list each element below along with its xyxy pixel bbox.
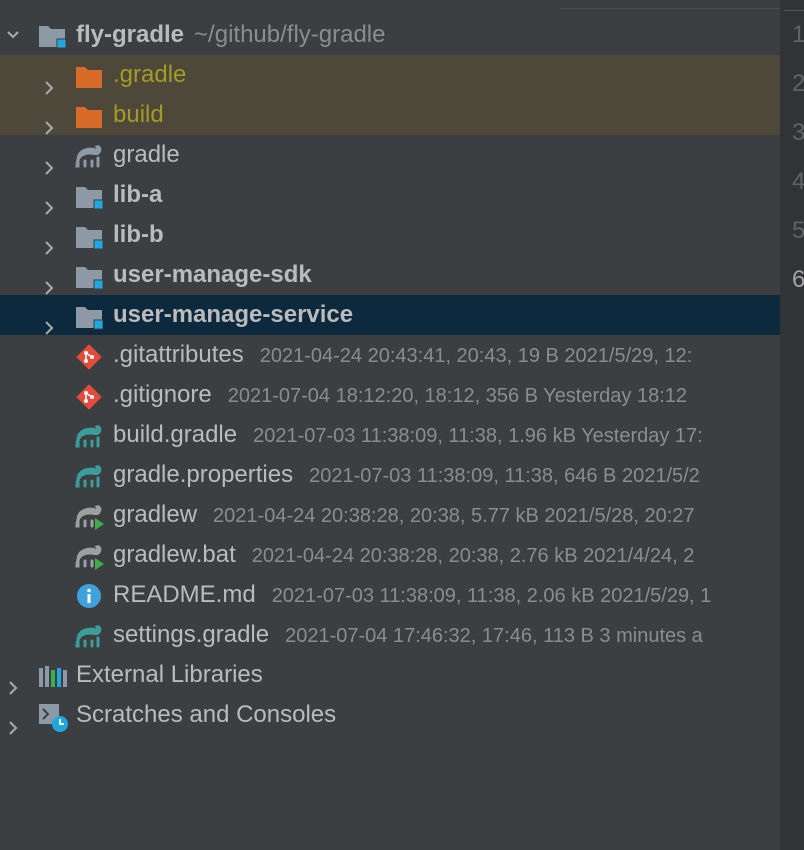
folder-label: lib-b: [113, 221, 164, 248]
folder-label: user-manage-sdk: [113, 261, 312, 288]
chevron-right-icon[interactable]: [42, 68, 56, 95]
gradlew-icon: [75, 543, 104, 570]
file-meta: 2021-04-24 20:38:28, 20:38, 2.76 kB 2021…: [251, 545, 695, 567]
tree-row-folder[interactable]: user-manage-sdk: [0, 255, 780, 295]
line-number: 6: [792, 266, 804, 293]
chevron-right-icon[interactable]: [42, 228, 56, 255]
tree-row-file[interactable]: .gitattributes 2021-04-24 20:43:41, 20:43…: [0, 335, 780, 375]
scratches-icon: [38, 703, 68, 732]
tree-row-folder[interactable]: gradle: [0, 135, 780, 175]
panel-top-divider: [560, 0, 780, 9]
tree-row-file[interactable]: README.md 2021-07-03 11:38:09, 11:38, 2.0…: [0, 575, 780, 615]
file-meta: 2021-07-04 18:12:20, 18:12, 356 B Yester…: [227, 385, 688, 407]
gradlew-icon: [75, 503, 104, 530]
module-folder-icon: [75, 183, 104, 210]
gutter-divider: [784, 0, 804, 11]
tree-row-file[interactable]: gradlew 2021-04-24 20:38:28, 20:38, 5.77 …: [0, 495, 780, 535]
file-meta: 2021-07-03 11:38:09, 11:38, 2.06 kB 2021…: [271, 585, 712, 607]
excluded-folder-icon: [75, 63, 103, 89]
chevron-down-icon[interactable]: [6, 28, 20, 42]
project-name: fly-gradle: [76, 21, 185, 48]
file-meta: 2021-04-24 20:38:28, 20:38, 5.77 kB 2021…: [213, 505, 695, 527]
file-label: README.md: [113, 581, 256, 608]
folder-label: build: [113, 101, 164, 128]
gradle-icon: [75, 623, 103, 649]
chevron-right-icon[interactable]: [42, 308, 56, 335]
info-icon: [75, 583, 103, 609]
tree-row-folder[interactable]: build: [0, 95, 780, 135]
root-label: Scratches and Consoles: [76, 701, 337, 728]
libraries-icon: [38, 663, 67, 689]
file-meta: 2021-07-04 17:46:32, 17:46, 113 B 3 minu…: [285, 625, 703, 647]
tree-row-folder[interactable]: lib-a: [0, 175, 780, 215]
git-icon: [75, 383, 103, 410]
git-icon: [75, 343, 103, 370]
file-entry: gradlew.bat 2021-04-24 20:38:28, 20:38, 2…: [113, 535, 694, 576]
file-label: build.gradle: [113, 421, 238, 448]
tree-row-file[interactable]: .gitignore 2021-07-04 18:12:20, 18:12, 35…: [0, 375, 780, 415]
tree-row-root[interactable]: External Libraries: [0, 655, 780, 695]
tree-row-project-root[interactable]: fly-gradle ~/github/fly-gradle: [0, 15, 780, 55]
file-label: .gitignore: [113, 381, 212, 408]
folder-label: gradle: [113, 141, 180, 168]
tree-row-file[interactable]: gradlew.bat 2021-04-24 20:38:28, 20:38, 2…: [0, 535, 780, 575]
file-label: gradlew: [113, 501, 198, 528]
file-label: gradle.properties: [113, 461, 294, 488]
chevron-right-icon[interactable]: [6, 708, 20, 735]
file-meta: 2021-04-24 20:43:41, 20:43, 19 B 2021/5/…: [259, 345, 693, 367]
gradle-icon: [75, 463, 103, 489]
file-entry: .gitignore 2021-07-04 18:12:20, 18:12, 35…: [113, 375, 687, 416]
file-entry: gradlew 2021-04-24 20:38:28, 20:38, 5.77 …: [113, 495, 695, 536]
tree-row-file[interactable]: build.gradle 2021-07-03 11:38:09, 11:38, …: [0, 415, 780, 455]
chevron-right-icon[interactable]: [42, 188, 56, 215]
folder-label: .gradle: [113, 61, 187, 88]
gradle-folder-icon: [75, 143, 103, 169]
file-label: .gitattributes: [113, 341, 244, 368]
line-number: 1: [792, 21, 804, 48]
file-meta: 2021-07-03 11:38:09, 11:38, 1.96 kB Yest…: [253, 425, 703, 447]
tree-row-folder[interactable]: user-manage-service: [0, 295, 780, 335]
module-folder-icon: [75, 223, 104, 250]
tree-row-file[interactable]: gradle.properties 2021-07-03 11:38:09, 11…: [0, 455, 780, 495]
chevron-right-icon[interactable]: [6, 668, 20, 695]
module-folder-icon: [39, 26, 66, 49]
module-folder-icon: [75, 263, 104, 290]
file-meta: 2021-07-03 11:38:09, 11:38, 646 B 2021/5…: [309, 465, 700, 487]
tree-row-folder[interactable]: .gradle: [0, 55, 780, 95]
line-number: 5: [792, 217, 804, 244]
gradle-icon: [75, 423, 103, 449]
file-entry: build.gradle 2021-07-03 11:38:09, 11:38, …: [113, 415, 703, 456]
project-name-label: fly-gradle ~/github/fly-gradle: [76, 15, 385, 55]
line-number: 2: [792, 70, 804, 97]
file-label: settings.gradle: [113, 621, 270, 648]
project-path: ~/github/fly-gradle: [194, 21, 386, 48]
file-entry: settings.gradle 2021-07-04 17:46:32, 17:4…: [113, 615, 703, 656]
tree-row-folder[interactable]: lib-b: [0, 215, 780, 255]
excluded-folder-icon: [75, 103, 103, 129]
project-tree: fly-gradle ~/github/fly-gradle .gradle bui…: [0, 0, 780, 850]
line-number: 4: [792, 168, 804, 195]
editor-gutter: 1 2 3 4 5 6: [780, 0, 804, 850]
chevron-right-icon[interactable]: [42, 148, 56, 175]
tree-row-root[interactable]: Scratches and Consoles: [0, 695, 780, 735]
line-number: 3: [792, 119, 804, 146]
file-label: gradlew.bat: [113, 541, 236, 568]
file-entry: README.md 2021-07-03 11:38:09, 11:38, 2.0…: [113, 575, 711, 616]
folder-label: lib-a: [113, 181, 163, 208]
file-entry: .gitattributes 2021-04-24 20:43:41, 20:43…: [113, 335, 692, 376]
chevron-right-icon[interactable]: [42, 268, 56, 295]
folder-label: user-manage-service: [113, 301, 354, 328]
root-label: External Libraries: [76, 661, 263, 688]
module-folder-icon: [75, 303, 104, 330]
chevron-right-icon[interactable]: [42, 108, 56, 135]
file-entry: gradle.properties 2021-07-03 11:38:09, 11…: [113, 455, 700, 496]
tree-row-file[interactable]: settings.gradle 2021-07-04 17:46:32, 17:4…: [0, 615, 780, 655]
